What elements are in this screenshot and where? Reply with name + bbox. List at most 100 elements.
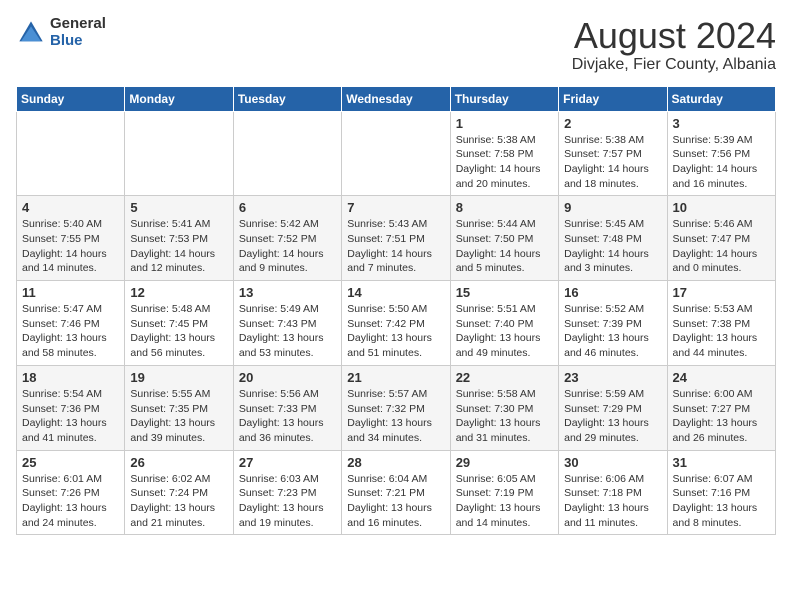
day-number: 8 <box>456 200 553 215</box>
calendar-cell: 18 Sunrise: 5:54 AM Sunset: 7:36 PM Dayli… <box>17 365 125 450</box>
calendar-cell: 12 Sunrise: 5:48 AM Sunset: 7:45 PM Dayli… <box>125 281 233 366</box>
calendar-cell: 28Sunrise: 6:04 AM Sunset: 7:21 PM Dayli… <box>342 450 450 535</box>
day-info: Sunrise: 5:49 AM Sunset: 7:43 PM Dayligh… <box>239 302 336 361</box>
calendar-cell: 27 Sunrise: 6:03 AM Sunset: 7:23 PM Dayli… <box>233 450 341 535</box>
day-number: 28 <box>347 455 444 470</box>
calendar-cell: 7 Sunrise: 5:43 AM Sunset: 7:51 PM Daylig… <box>342 196 450 281</box>
day-number: 1 <box>456 116 553 131</box>
day-number: 3 <box>673 116 770 131</box>
day-number: 25 <box>22 455 119 470</box>
day-info: Sunrise: 5:39 AM Sunset: 7:56 PM Dayligh… <box>673 133 770 192</box>
day-number: 9 <box>564 200 661 215</box>
day-number: 19 <box>130 370 227 385</box>
calendar-cell: 6 Sunrise: 5:42 AM Sunset: 7:52 PM Daylig… <box>233 196 341 281</box>
logo-text: General Blue <box>50 16 106 49</box>
day-number: 6 <box>239 200 336 215</box>
calendar-cell: 8 Sunrise: 5:44 AM Sunset: 7:50 PM Daylig… <box>450 196 558 281</box>
calendar-cell <box>342 111 450 196</box>
day-info: Sunrise: 5:59 AM Sunset: 7:29 PM Dayligh… <box>564 387 661 446</box>
day-info: Sunrise: 5:48 AM Sunset: 7:45 PM Dayligh… <box>130 302 227 361</box>
day-info: Sunrise: 5:52 AM Sunset: 7:39 PM Dayligh… <box>564 302 661 361</box>
calendar-cell <box>17 111 125 196</box>
day-number: 21 <box>347 370 444 385</box>
calendar-cell <box>233 111 341 196</box>
col-header-thursday: Thursday <box>450 86 558 111</box>
day-number: 24 <box>673 370 770 385</box>
calendar-cell: 1 Sunrise: 5:38 AM Sunset: 7:58 PM Daylig… <box>450 111 558 196</box>
day-number: 5 <box>130 200 227 215</box>
day-info: Sunrise: 5:46 AM Sunset: 7:47 PM Dayligh… <box>673 217 770 276</box>
day-info: Sunrise: 6:02 AM Sunset: 7:24 PM Dayligh… <box>130 472 227 531</box>
day-info: Sunrise: 5:42 AM Sunset: 7:52 PM Dayligh… <box>239 217 336 276</box>
day-number: 27 <box>239 455 336 470</box>
day-info: Sunrise: 5:45 AM Sunset: 7:48 PM Dayligh… <box>564 217 661 276</box>
calendar-cell: 5 Sunrise: 5:41 AM Sunset: 7:53 PM Daylig… <box>125 196 233 281</box>
calendar-cell: 30 Sunrise: 6:06 AM Sunset: 7:18 PM Dayli… <box>559 450 667 535</box>
calendar-cell: 15Sunrise: 5:51 AM Sunset: 7:40 PM Dayli… <box>450 281 558 366</box>
calendar-week-5: 25 Sunrise: 6:01 AM Sunset: 7:26 PM Dayli… <box>17 450 776 535</box>
day-number: 17 <box>673 285 770 300</box>
day-info: Sunrise: 5:44 AM Sunset: 7:50 PM Dayligh… <box>456 217 553 276</box>
calendar-cell: 31Sunrise: 6:07 AM Sunset: 7:16 PM Dayli… <box>667 450 775 535</box>
day-number: 18 <box>22 370 119 385</box>
calendar-week-3: 11Sunrise: 5:47 AM Sunset: 7:46 PM Dayli… <box>17 281 776 366</box>
calendar-cell: 14 Sunrise: 5:50 AM Sunset: 7:42 PM Dayli… <box>342 281 450 366</box>
calendar-cell: 20 Sunrise: 5:56 AM Sunset: 7:33 PM Dayli… <box>233 365 341 450</box>
month-title: August 2024 <box>572 16 776 56</box>
day-number: 20 <box>239 370 336 385</box>
calendar-week-1: 1 Sunrise: 5:38 AM Sunset: 7:58 PM Daylig… <box>17 111 776 196</box>
day-info: Sunrise: 5:54 AM Sunset: 7:36 PM Dayligh… <box>22 387 119 446</box>
col-header-tuesday: Tuesday <box>233 86 341 111</box>
calendar-cell: 29Sunrise: 6:05 AM Sunset: 7:19 PM Dayli… <box>450 450 558 535</box>
day-info: Sunrise: 5:57 AM Sunset: 7:32 PM Dayligh… <box>347 387 444 446</box>
calendar-week-4: 18 Sunrise: 5:54 AM Sunset: 7:36 PM Dayli… <box>17 365 776 450</box>
calendar-cell: 19Sunrise: 5:55 AM Sunset: 7:35 PM Dayli… <box>125 365 233 450</box>
logo-icon <box>16 18 46 48</box>
day-number: 16 <box>564 285 661 300</box>
col-header-wednesday: Wednesday <box>342 86 450 111</box>
location-subtitle: Divjake, Fier County, Albania <box>572 56 776 74</box>
calendar-cell: 23 Sunrise: 5:59 AM Sunset: 7:29 PM Dayli… <box>559 365 667 450</box>
day-number: 12 <box>130 285 227 300</box>
day-number: 10 <box>673 200 770 215</box>
day-number: 26 <box>130 455 227 470</box>
calendar-week-2: 4Sunrise: 5:40 AM Sunset: 7:55 PM Daylig… <box>17 196 776 281</box>
day-info: Sunrise: 5:56 AM Sunset: 7:33 PM Dayligh… <box>239 387 336 446</box>
day-number: 15 <box>456 285 553 300</box>
day-info: Sunrise: 5:47 AM Sunset: 7:46 PM Dayligh… <box>22 302 119 361</box>
calendar-cell: 2Sunrise: 5:38 AM Sunset: 7:57 PM Daylig… <box>559 111 667 196</box>
day-number: 30 <box>564 455 661 470</box>
calendar-cell: 16 Sunrise: 5:52 AM Sunset: 7:39 PM Dayli… <box>559 281 667 366</box>
day-number: 7 <box>347 200 444 215</box>
calendar-cell: 22Sunrise: 5:58 AM Sunset: 7:30 PM Dayli… <box>450 365 558 450</box>
day-info: Sunrise: 5:38 AM Sunset: 7:58 PM Dayligh… <box>456 133 553 192</box>
day-number: 13 <box>239 285 336 300</box>
calendar-table: SundayMondayTuesdayWednesdayThursdayFrid… <box>16 86 776 536</box>
calendar-cell: 13 Sunrise: 5:49 AM Sunset: 7:43 PM Dayli… <box>233 281 341 366</box>
calendar-cell: 9 Sunrise: 5:45 AM Sunset: 7:48 PM Daylig… <box>559 196 667 281</box>
day-number: 14 <box>347 285 444 300</box>
day-info: Sunrise: 6:00 AM Sunset: 7:27 PM Dayligh… <box>673 387 770 446</box>
day-number: 4 <box>22 200 119 215</box>
logo-general-text: General <box>50 16 106 33</box>
day-info: Sunrise: 6:01 AM Sunset: 7:26 PM Dayligh… <box>22 472 119 531</box>
day-number: 2 <box>564 116 661 131</box>
calendar-cell: 17 Sunrise: 5:53 AM Sunset: 7:38 PM Dayli… <box>667 281 775 366</box>
day-info: Sunrise: 6:03 AM Sunset: 7:23 PM Dayligh… <box>239 472 336 531</box>
calendar-header-row: SundayMondayTuesdayWednesdayThursdayFrid… <box>17 86 776 111</box>
col-header-friday: Friday <box>559 86 667 111</box>
col-header-saturday: Saturday <box>667 86 775 111</box>
calendar-cell: 3 Sunrise: 5:39 AM Sunset: 7:56 PM Daylig… <box>667 111 775 196</box>
calendar-cell: 24 Sunrise: 6:00 AM Sunset: 7:27 PM Dayli… <box>667 365 775 450</box>
day-info: Sunrise: 5:53 AM Sunset: 7:38 PM Dayligh… <box>673 302 770 361</box>
day-info: Sunrise: 5:50 AM Sunset: 7:42 PM Dayligh… <box>347 302 444 361</box>
day-number: 23 <box>564 370 661 385</box>
calendar-cell: 10 Sunrise: 5:46 AM Sunset: 7:47 PM Dayli… <box>667 196 775 281</box>
day-number: 22 <box>456 370 553 385</box>
logo-blue-text: Blue <box>50 33 106 50</box>
day-info: Sunrise: 5:43 AM Sunset: 7:51 PM Dayligh… <box>347 217 444 276</box>
day-number: 29 <box>456 455 553 470</box>
col-header-sunday: Sunday <box>17 86 125 111</box>
day-info: Sunrise: 6:06 AM Sunset: 7:18 PM Dayligh… <box>564 472 661 531</box>
day-info: Sunrise: 5:41 AM Sunset: 7:53 PM Dayligh… <box>130 217 227 276</box>
